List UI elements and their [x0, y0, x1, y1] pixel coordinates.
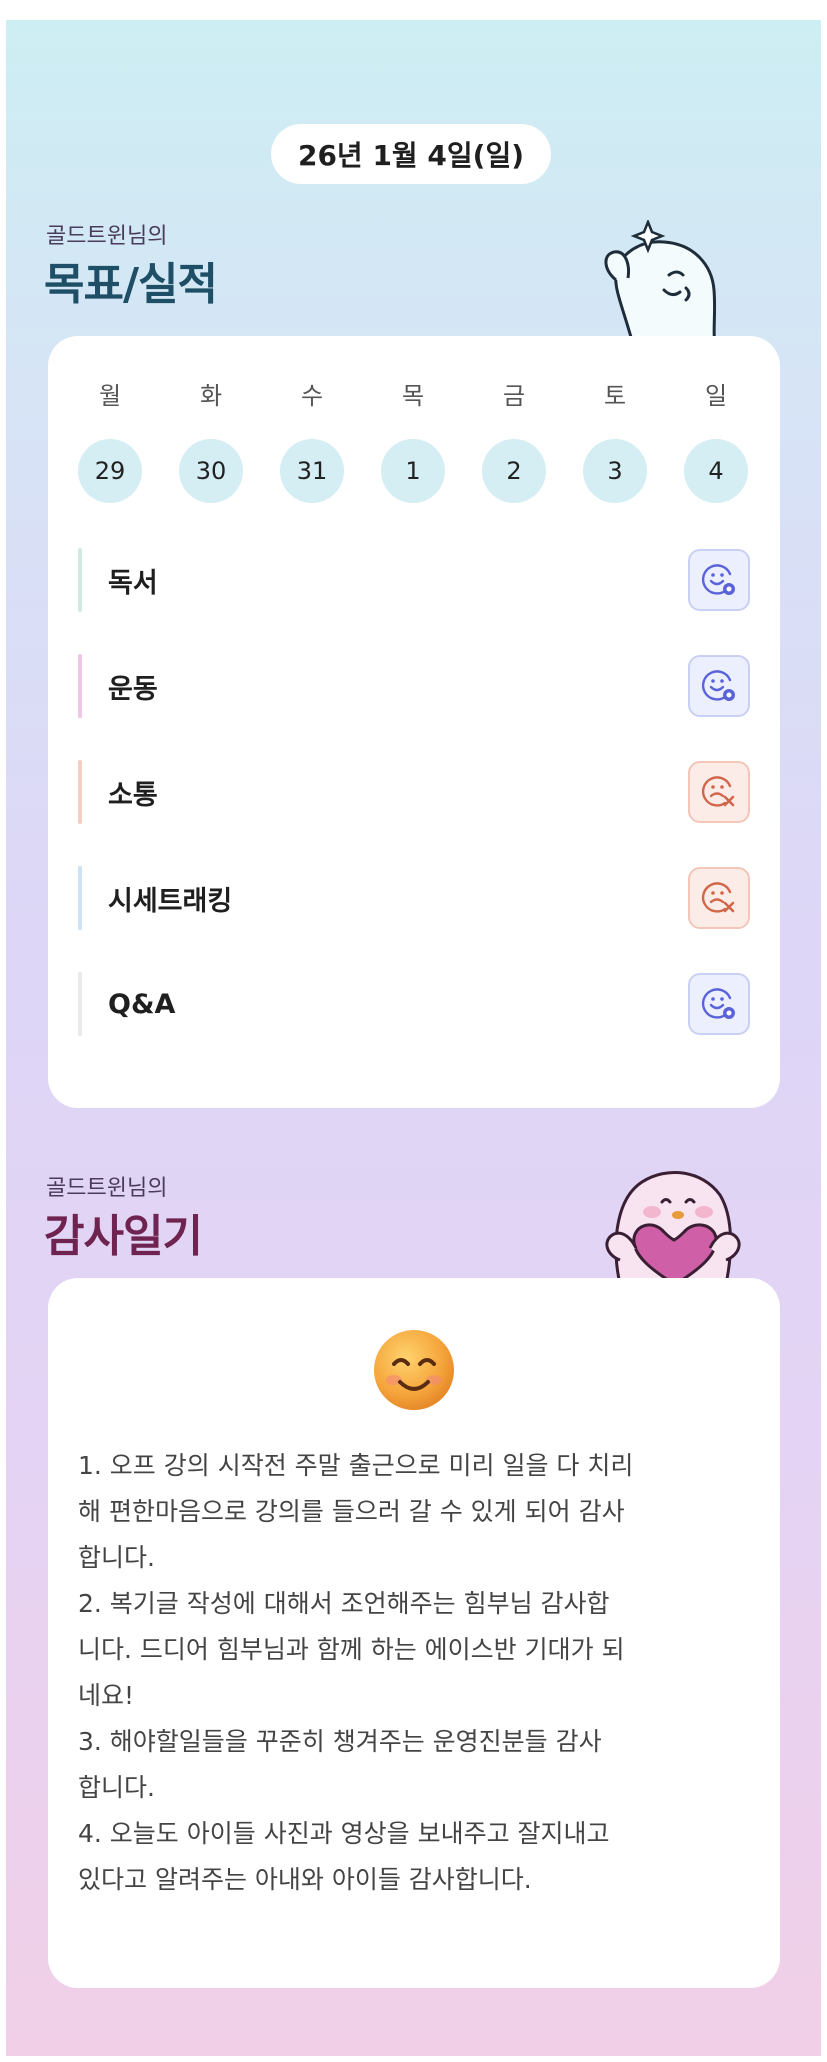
pink-mascot-heart-illustration: [605, 1170, 741, 1284]
goal-row: 시세트래킹: [78, 866, 750, 930]
week-calendar: 월 화 수 목 금 토 일 29 30 31 1 2 3 4: [78, 376, 748, 503]
diary-line: 있다고 알려주는 아내와 아이들 감사합니다.: [78, 1865, 532, 1894]
date-pill: 26년 1월 4일(일): [271, 124, 551, 184]
diary-line: 1. 오프 강의 시작전 주말 출근으로 미리 일을 다 치리: [78, 1451, 634, 1480]
diary-line: 합니다.: [78, 1773, 155, 1802]
date-circle[interactable]: 3: [583, 439, 647, 503]
goal-color-bar: [78, 654, 82, 718]
face-check-icon[interactable]: [688, 549, 750, 611]
goal-row: Q&A: [78, 972, 750, 1036]
goals-owner-label: 골드트윈님의: [46, 224, 168, 249]
goal-label: 독서: [108, 567, 158, 599]
date-circle[interactable]: 4: [684, 439, 748, 503]
goal-row: 독서: [78, 548, 750, 612]
gratitude-diary-text: 1. 오프 강의 시작전 주말 출근으로 미리 일을 다 치리 해 편한마음으로…: [78, 1443, 750, 1903]
weekday-label: 금: [502, 382, 526, 410]
goal-label: 운동: [108, 673, 158, 705]
diary-line: 니다. 드디어 힘부님과 함께 하는 에이스반 기대가 되: [78, 1635, 625, 1664]
goal-label: Q&A: [108, 988, 176, 1020]
diary-line: 2. 복기글 작성에 대해서 조언해주는 힘부님 감사합: [78, 1589, 610, 1618]
goal-row: 운동: [78, 654, 750, 718]
date-row: 29 30 31 1 2 3 4: [78, 411, 748, 503]
goal-color-bar: [78, 760, 82, 824]
gratitude-section-title: 감사일기: [44, 1211, 203, 1262]
weekday-label: 화: [199, 382, 223, 410]
app-frame: 26년 1월 4일(일) 골드트윈님의 목표/실적 월 화 수 목 금 토 일 …: [6, 20, 821, 2056]
diary-line: 4. 오늘도 아이들 사진과 영상을 보내주고 잘지내고: [78, 1819, 610, 1848]
date-circle[interactable]: 1: [381, 439, 445, 503]
face-check-icon[interactable]: [688, 973, 750, 1035]
face-cross-icon[interactable]: [688, 867, 750, 929]
goal-color-bar: [78, 866, 82, 930]
weekday-label: 일: [704, 382, 728, 410]
goals-card: 월 화 수 목 금 토 일 29 30 31 1 2 3 4 독서 운동 소통 …: [48, 336, 780, 1108]
face-check-icon[interactable]: [688, 655, 750, 717]
face-cross-icon[interactable]: [688, 761, 750, 823]
diary-line: 네요!: [78, 1681, 135, 1710]
goal-color-bar: [78, 972, 82, 1036]
goal-color-bar: [78, 548, 82, 612]
ghost-mascot-illustration: [604, 220, 718, 348]
goal-row: 소통: [78, 760, 750, 824]
weekday-label: 월: [98, 382, 122, 410]
weekday-label: 토: [603, 382, 627, 410]
diary-line: 합니다.: [78, 1543, 155, 1572]
date-circle[interactable]: 29: [78, 439, 142, 503]
diary-line: 3. 해야할일들을 꾸준히 챙겨주는 운영진분들 감사: [78, 1727, 602, 1756]
diary-line: 해 편한마음으로 강의를 들으러 갈 수 있게 되어 감사: [78, 1497, 625, 1526]
date-circle[interactable]: 30: [179, 439, 243, 503]
weekday-label: 목: [401, 382, 425, 410]
weekday-label: 수: [300, 382, 324, 410]
gratitude-card: 1. 오프 강의 시작전 주말 출근으로 미리 일을 다 치리 해 편한마음으로…: [48, 1278, 780, 1988]
date-circle[interactable]: 2: [482, 439, 546, 503]
smiling-face-emoji-icon: [374, 1330, 454, 1410]
date-circle[interactable]: 31: [280, 439, 344, 503]
goal-label: 시세트래킹: [108, 885, 233, 917]
goal-label: 소통: [108, 779, 158, 811]
gratitude-owner-label: 골드트윈님의: [46, 1176, 168, 1201]
weekday-row: 월 화 수 목 금 토 일: [78, 376, 748, 411]
goals-section-title: 목표/실적: [44, 259, 218, 310]
